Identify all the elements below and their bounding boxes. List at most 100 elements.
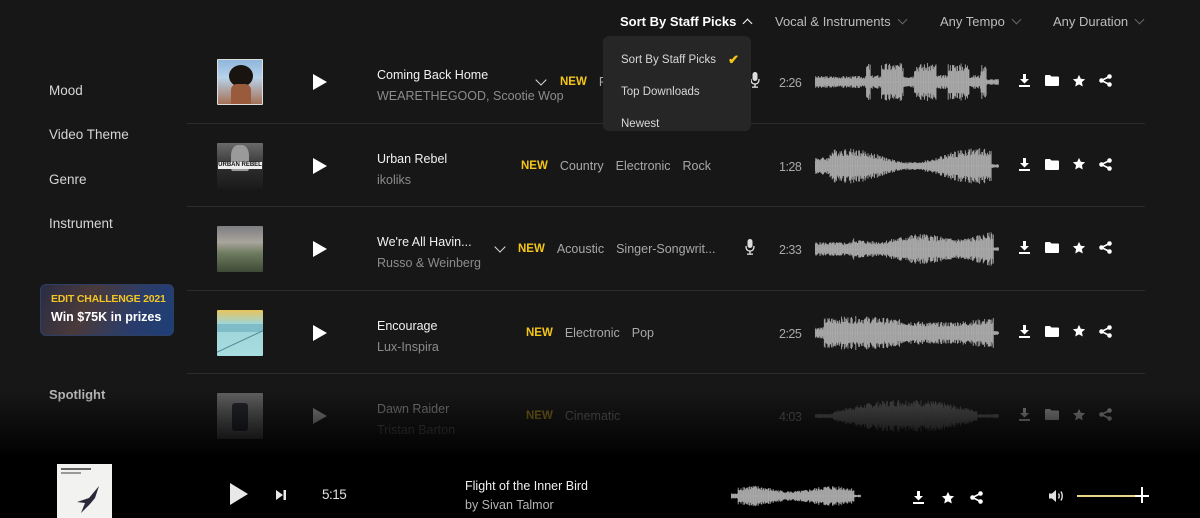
volume-icon[interactable]: [1048, 489, 1066, 503]
sort-option-top-downloads[interactable]: Top Downloads: [603, 76, 751, 108]
tag[interactable]: Electronic: [565, 326, 620, 340]
track-title[interactable]: Encourage: [377, 319, 437, 333]
new-badge: NEW: [526, 326, 553, 339]
track-artist[interactable]: Lux-Inspira: [377, 340, 439, 354]
download-button[interactable]: [1017, 407, 1032, 422]
volume-handle[interactable]: [1141, 487, 1143, 503]
download-icon: [1019, 324, 1030, 338]
track-actions: [1017, 73, 1113, 88]
track-tags: NEW P: [560, 75, 607, 89]
track-title[interactable]: Dawn Raider: [377, 402, 449, 416]
download-button[interactable]: [1017, 240, 1032, 255]
star-icon: [941, 491, 954, 504]
track-cover[interactable]: [217, 59, 263, 105]
checkmark-icon: ✔: [728, 52, 739, 67]
play-button[interactable]: [313, 74, 327, 90]
share-button[interactable]: [1098, 240, 1113, 255]
download-button[interactable]: [1017, 73, 1032, 88]
star-icon: [1072, 324, 1085, 337]
share-button[interactable]: [1098, 157, 1113, 172]
skip-next-icon[interactable]: [275, 489, 287, 501]
sort-option-newest[interactable]: Newest: [603, 108, 751, 140]
tag[interactable]: Cinematic: [565, 409, 621, 423]
folder-icon: [1044, 409, 1059, 420]
play-button[interactable]: [313, 408, 327, 424]
tempo-filter[interactable]: Any Tempo: [940, 14, 1022, 29]
star-button[interactable]: [1071, 157, 1086, 172]
sidebar-item-mood[interactable]: Mood: [49, 83, 83, 98]
waveform[interactable]: [815, 396, 999, 436]
player-cover[interactable]: [57, 464, 112, 518]
share-button[interactable]: [1098, 73, 1113, 88]
track-cover[interactable]: URBAN REBEL: [217, 142, 263, 189]
expand-chevron-icon[interactable]: [535, 74, 547, 86]
duration-filter[interactable]: Any Duration: [1053, 14, 1145, 29]
tag[interactable]: Country: [560, 159, 604, 173]
tag[interactable]: Singer-Songwrit...: [616, 242, 715, 256]
sidebar-item-video-theme[interactable]: Video Theme: [49, 127, 129, 142]
track-title[interactable]: Urban Rebel: [377, 152, 447, 166]
waveform[interactable]: [815, 313, 999, 353]
folder-icon: [1044, 242, 1059, 253]
sort-by-filter[interactable]: Sort By Staff Picks: [620, 14, 753, 29]
track-artist[interactable]: Tristan Barton: [377, 423, 455, 437]
volume-slider[interactable]: [1077, 485, 1149, 505]
sidebar: Mood Video Theme Genre Instrument EDIT C…: [0, 42, 187, 452]
sidebar-item-spotlight[interactable]: Spotlight: [49, 387, 105, 402]
sidebar-item-genre[interactable]: Genre: [49, 172, 87, 187]
sidebar-item-instrument[interactable]: Instrument: [49, 216, 113, 231]
share-button[interactable]: [969, 490, 984, 505]
share-icon: [1099, 324, 1112, 338]
download-button[interactable]: [1017, 324, 1032, 339]
track-cover[interactable]: [217, 309, 263, 356]
player-play-button[interactable]: [230, 483, 248, 505]
player-track-artist[interactable]: by Sivan Talmor: [465, 498, 554, 512]
track-artist[interactable]: WEARETHEGOOD, Scootie Wop: [377, 89, 564, 103]
share-icon: [1099, 157, 1112, 171]
tag[interactable]: Acoustic: [557, 242, 604, 256]
new-badge: NEW: [560, 76, 587, 88]
player-waveform[interactable]: [731, 482, 861, 510]
track-duration: 2:26: [779, 76, 802, 90]
track-duration: 1:28: [779, 159, 802, 174]
vocal-instruments-filter[interactable]: Vocal & Instruments: [775, 14, 908, 29]
folder-button[interactable]: [1044, 407, 1059, 422]
download-button[interactable]: [1017, 157, 1032, 172]
edit-challenge-banner[interactable]: EDIT CHALLENGE 2021 Win $75K in prizes: [40, 284, 174, 336]
star-button[interactable]: [940, 490, 955, 505]
star-button[interactable]: [1071, 324, 1086, 339]
folder-button[interactable]: [1044, 324, 1059, 339]
share-icon: [1099, 241, 1112, 254]
play-button[interactable]: [313, 241, 327, 257]
star-button[interactable]: [1071, 240, 1086, 255]
star-button[interactable]: [1071, 73, 1086, 88]
track-artist[interactable]: ikoliks: [377, 173, 411, 187]
sort-option-staff-picks[interactable]: Sort By Staff Picks ✔: [603, 44, 751, 76]
waveform[interactable]: [815, 229, 999, 269]
microphone-icon: [745, 239, 755, 255]
tag[interactable]: Rock: [683, 159, 711, 173]
track-title[interactable]: Coming Back Home: [377, 68, 488, 82]
track-cover[interactable]: [217, 393, 263, 439]
waveform[interactable]: [815, 146, 999, 186]
player-track-title[interactable]: Flight of the Inner Bird: [465, 479, 588, 493]
tag[interactable]: Electronic: [616, 159, 671, 173]
folder-button[interactable]: [1044, 240, 1059, 255]
waveform[interactable]: [815, 62, 999, 102]
star-icon: [1072, 74, 1085, 87]
play-button[interactable]: [313, 157, 327, 174]
folder-button[interactable]: [1044, 157, 1059, 172]
track-cover[interactable]: [217, 226, 263, 272]
sort-by-label: Sort By Staff Picks: [620, 14, 737, 29]
play-button[interactable]: [313, 324, 327, 341]
star-button[interactable]: [1071, 407, 1086, 422]
download-button[interactable]: [911, 490, 926, 505]
tag[interactable]: Pop: [632, 326, 654, 340]
track-title[interactable]: We're All Havin...: [377, 235, 472, 249]
folder-icon: [1044, 325, 1059, 337]
folder-button[interactable]: [1044, 73, 1059, 88]
track-artist[interactable]: Russo & Weinberg: [377, 256, 481, 270]
share-button[interactable]: [1098, 324, 1113, 339]
expand-chevron-icon[interactable]: [494, 241, 506, 253]
share-button[interactable]: [1098, 407, 1113, 422]
